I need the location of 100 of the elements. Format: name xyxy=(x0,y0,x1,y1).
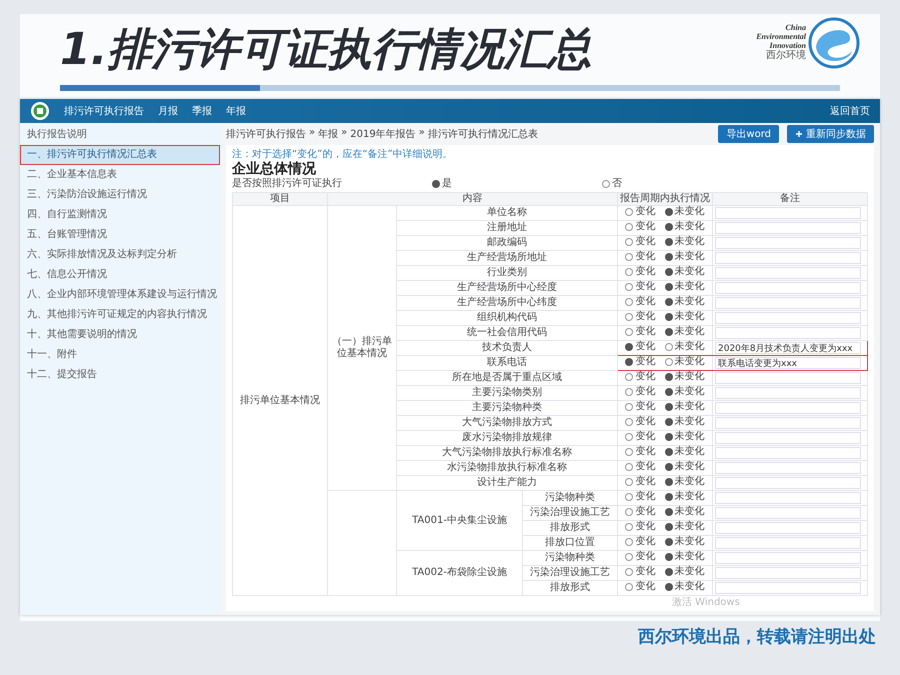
remark-field[interactable] xyxy=(715,447,861,459)
sidebar-item[interactable]: 七、信息公开情况 xyxy=(20,265,220,285)
radio-option[interactable]: 未变化 xyxy=(664,311,705,323)
radio-option[interactable]: 变化 xyxy=(625,311,656,323)
radio-option[interactable]: 变化 xyxy=(625,506,656,518)
remark-field[interactable] xyxy=(715,417,861,429)
radio-option[interactable]: 未变化 xyxy=(664,251,705,263)
sidebar-item[interactable]: 十一、附件 xyxy=(20,345,220,365)
remark-field[interactable] xyxy=(715,237,861,249)
radio-option[interactable]: 未变化 xyxy=(664,266,705,278)
radio-option[interactable]: 变化 xyxy=(625,236,656,248)
sync-button[interactable]: 重新同步数据 xyxy=(787,125,874,143)
radio-option[interactable]: 变化 xyxy=(625,491,656,503)
radio-option[interactable]: 变化 xyxy=(625,551,656,563)
radio-option[interactable]: 未变化 xyxy=(664,356,705,368)
breadcrumb-link[interactable]: 排污许可执行情况汇总表 xyxy=(428,127,538,141)
breadcrumb-link[interactable]: 排污许可执行报告 xyxy=(226,127,306,141)
radio-option[interactable]: 未变化 xyxy=(664,536,705,548)
nav-link[interactable]: 季报 xyxy=(192,104,212,118)
radio-option[interactable]: 变化 xyxy=(625,446,656,458)
radio-option[interactable]: 是 xyxy=(432,177,572,190)
remark-field[interactable] xyxy=(715,507,861,519)
breadcrumb-link[interactable]: 年报 xyxy=(318,127,338,141)
radio-option[interactable]: 未变化 xyxy=(664,491,705,503)
export-button[interactable]: 导出word xyxy=(718,125,779,143)
radio-option[interactable]: 变化 xyxy=(625,296,656,308)
radio-option[interactable]: 未变化 xyxy=(664,281,705,293)
radio-option[interactable]: 未变化 xyxy=(664,416,705,428)
radio-option[interactable]: 变化 xyxy=(625,566,656,578)
radio-option[interactable]: 变化 xyxy=(625,221,656,233)
radio-option[interactable]: 未变化 xyxy=(664,371,705,383)
sidebar-item[interactable]: 二、企业基本信息表 xyxy=(20,165,220,185)
radio-option[interactable]: 未变化 xyxy=(664,236,705,248)
radio-option[interactable]: 变化 xyxy=(625,206,656,218)
radio-option[interactable]: 否 xyxy=(602,177,742,190)
remark-field[interactable] xyxy=(715,492,861,504)
radio-option[interactable]: 未变化 xyxy=(664,221,705,233)
home-link[interactable]: 返回首页 xyxy=(830,104,870,118)
sidebar-item[interactable]: 五、台账管理情况 xyxy=(20,225,220,245)
radio-option[interactable]: 变化 xyxy=(625,416,656,428)
remark-field[interactable] xyxy=(715,327,861,339)
radio-option[interactable]: 变化 xyxy=(625,341,656,353)
radio-option[interactable]: 变化 xyxy=(625,251,656,263)
radio-option[interactable]: 未变化 xyxy=(664,446,705,458)
nav-link[interactable]: 年报 xyxy=(226,104,246,118)
radio-option[interactable]: 未变化 xyxy=(664,326,705,338)
remark-field[interactable]: 联系电话变更为xxx xyxy=(715,357,861,369)
radio-option[interactable]: 变化 xyxy=(625,386,656,398)
remark-field[interactable] xyxy=(715,312,861,324)
radio-option[interactable]: 变化 xyxy=(625,521,656,533)
remark-field[interactable] xyxy=(715,432,861,444)
radio-option[interactable]: 变化 xyxy=(625,266,656,278)
radio-option[interactable]: 未变化 xyxy=(664,296,705,308)
remark-field[interactable]: 2020年8月技术负责人变更为xxx xyxy=(715,342,861,354)
remark-field[interactable] xyxy=(715,552,861,564)
radio-option[interactable]: 未变化 xyxy=(664,566,705,578)
remark-field[interactable] xyxy=(715,372,861,384)
radio-option[interactable]: 未变化 xyxy=(664,431,705,443)
radio-option[interactable]: 变化 xyxy=(625,461,656,473)
remark-field[interactable] xyxy=(715,462,861,474)
radio-option[interactable]: 变化 xyxy=(625,476,656,488)
remark-field[interactable] xyxy=(715,402,861,414)
sidebar-item[interactable]: 十二、提交报告 xyxy=(20,365,220,385)
remark-field[interactable] xyxy=(715,282,861,294)
radio-option[interactable]: 未变化 xyxy=(664,206,705,218)
sidebar-item[interactable]: 一、排污许可执行情况汇总表 xyxy=(20,145,220,165)
radio-option[interactable]: 未变化 xyxy=(664,581,705,593)
radio-option[interactable]: 未变化 xyxy=(664,386,705,398)
remark-field[interactable] xyxy=(715,567,861,579)
radio-option[interactable]: 变化 xyxy=(625,536,656,548)
sidebar-item[interactable]: 十、其他需要说明的情况 xyxy=(20,325,220,345)
radio-option[interactable]: 未变化 xyxy=(664,476,705,488)
radio-option[interactable]: 未变化 xyxy=(664,341,705,353)
sidebar-item[interactable]: 九、其他排污许可证规定的内容执行情况 xyxy=(20,305,220,325)
remark-field[interactable] xyxy=(715,522,861,534)
remark-field[interactable] xyxy=(715,477,861,489)
radio-option[interactable]: 变化 xyxy=(625,356,656,368)
remark-field[interactable] xyxy=(715,207,861,219)
remark-field[interactable] xyxy=(715,267,861,279)
remark-field[interactable] xyxy=(715,297,861,309)
remark-field[interactable] xyxy=(715,582,861,594)
radio-option[interactable]: 变化 xyxy=(625,581,656,593)
remark-field[interactable] xyxy=(715,252,861,264)
remark-field[interactable] xyxy=(715,537,861,549)
radio-option[interactable]: 未变化 xyxy=(664,461,705,473)
nav-link[interactable]: 月报 xyxy=(158,104,178,118)
radio-option[interactable]: 未变化 xyxy=(664,401,705,413)
radio-option[interactable]: 变化 xyxy=(625,431,656,443)
radio-option[interactable]: 未变化 xyxy=(664,506,705,518)
radio-option[interactable]: 变化 xyxy=(625,326,656,338)
remark-field[interactable] xyxy=(715,387,861,399)
remark-field[interactable] xyxy=(715,222,861,234)
radio-option[interactable]: 未变化 xyxy=(664,521,705,533)
radio-option[interactable]: 变化 xyxy=(625,401,656,413)
radio-option[interactable]: 变化 xyxy=(625,281,656,293)
sidebar-item[interactable]: 八、企业内部环境管理体系建设与运行情况 xyxy=(20,285,220,305)
sidebar-item[interactable]: 四、自行监测情况 xyxy=(20,205,220,225)
sidebar-item[interactable]: 三、污染防治设施运行情况 xyxy=(20,185,220,205)
radio-option[interactable]: 变化 xyxy=(625,371,656,383)
sidebar-item[interactable]: 六、实际排放情况及达标判定分析 xyxy=(20,245,220,265)
